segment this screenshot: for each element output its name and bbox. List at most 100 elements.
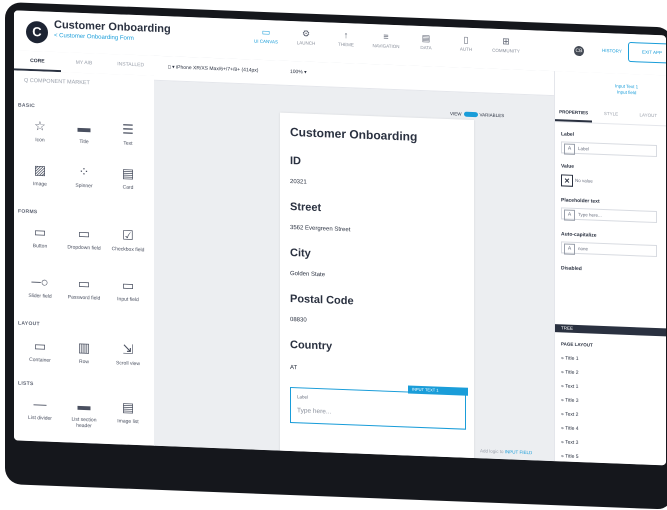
property-tabs: PROPERTIES STYLE LAYOUT — [555, 103, 666, 127]
component-search-input[interactable]: Q COMPONENT MARKET — [24, 78, 144, 95]
field-heading-street[interactable]: Street — [290, 201, 321, 214]
section-header-icon: ▬ — [77, 397, 91, 414]
top-navigation: ▭ UI CANVAS ⚙ LAUNCH ↑ THEME ≡ NAVIGATION ▤ D… — [246, 25, 526, 54]
input-icon: ▭ — [121, 277, 135, 293]
image-list-icon: ▤ — [121, 399, 135, 415]
phone-preview: Customer Onboarding ID 20321 Street 3562… — [280, 112, 474, 461]
nav-auth[interactable]: ▯ AUTH — [446, 33, 486, 53]
field-heading-id[interactable]: ID — [290, 155, 301, 167]
view-controls: VIEW VARIABLES — [450, 111, 505, 119]
value-property-title: Value — [561, 163, 575, 170]
device-selector[interactable]: ▯ ▾ iPhone XR/XS Max/6+/7+/8+ (414px) — [168, 64, 258, 73]
tile-title[interactable]: ▬ Title — [64, 116, 104, 158]
star-icon: ☆ — [34, 118, 46, 134]
field-value-id[interactable]: 20321 — [290, 179, 307, 186]
tile-checkbox[interactable]: ☑ Checkbox field — [108, 224, 148, 266]
nav-navigation[interactable]: ≡ NAVIGATION — [366, 30, 406, 50]
selected-component-name: Input Text 1 Input field — [615, 83, 639, 96]
tile-image-list[interactable]: ▤ Image list — [108, 396, 148, 438]
layout-item[interactable]: » Text 3 — [561, 439, 578, 446]
title-icon: ▬ — [77, 119, 91, 136]
autocap-property-title: Auto-capitalize — [561, 231, 597, 239]
tile-list-section-header[interactable]: ▬ List section header — [64, 394, 104, 436]
tile-scroll-view[interactable]: ⇲ Scroll view — [108, 338, 148, 380]
tab-installed[interactable]: INSTALLED — [107, 54, 154, 76]
screen-title[interactable]: Customer Onboarding — [290, 125, 417, 144]
app-screen: C Customer Onboarding < Customer Onboard… — [14, 10, 666, 466]
device-bezel: C Customer Onboarding < Customer Onboard… — [5, 2, 667, 510]
input-field-label: Label — [297, 394, 309, 400]
tile-password[interactable]: ▭ Password field — [64, 272, 104, 314]
autocap-property-select[interactable]: Anone — [561, 241, 657, 258]
tile-image[interactable]: ▨ Image — [20, 159, 60, 201]
tile-spinner[interactable]: ⁘ Spinner — [64, 160, 104, 202]
checkbox-icon: ☑ — [122, 227, 134, 243]
label-property-title: Label — [561, 131, 575, 138]
field-value-street[interactable]: 3562 Evergreen Street — [290, 225, 350, 233]
properties-panel: Input Text 1 Input field PROPERTIES STYLE… — [554, 71, 666, 466]
layout-item[interactable]: » Title 3 — [561, 397, 579, 404]
nav-data[interactable]: ▤ DATA — [406, 31, 446, 51]
text-icon: ☰ — [122, 121, 134, 137]
tile-container[interactable]: ▭ Container — [20, 335, 60, 377]
tile-button[interactable]: ▭ Button — [20, 221, 60, 263]
gear-icon: ⚙ — [301, 28, 311, 39]
view-toggle[interactable] — [463, 111, 478, 118]
disabled-property-title: Disabled — [561, 265, 582, 273]
row-icon: ▥ — [77, 339, 91, 356]
nav-theme[interactable]: ↑ THEME — [326, 28, 366, 48]
text-type-icon: A — [564, 243, 575, 255]
nav-ui-canvas[interactable]: ▭ UI CANVAS — [246, 25, 286, 45]
nav-community[interactable]: ⊞ COMMUNITY — [486, 34, 526, 54]
tile-card[interactable]: ▤ Card — [108, 162, 148, 204]
tree-bar[interactable]: TREE — [555, 324, 666, 337]
container-icon: ▭ — [33, 338, 47, 354]
history-button[interactable]: HISTORY — [602, 48, 622, 54]
layout-item[interactable]: » Title 1 — [561, 355, 579, 362]
field-heading-city[interactable]: City — [290, 247, 311, 260]
field-value-country[interactable]: AT — [290, 365, 297, 371]
tab-layout[interactable]: LAYOUT — [630, 106, 666, 125]
tab-properties[interactable]: PROPERTIES — [555, 103, 593, 123]
tile-text[interactable]: ☰ Text — [108, 118, 148, 160]
exit-app-button[interactable]: EXIT APP — [628, 41, 666, 64]
value-property-value: No value — [575, 177, 593, 184]
tab-core[interactable]: CORE — [14, 50, 61, 73]
layout-item[interactable]: » Title 5 — [561, 453, 579, 460]
section-layout: LAYOUT — [18, 320, 40, 328]
tab-my-aib[interactable]: MY AIB — [61, 52, 108, 74]
field-value-city[interactable]: Golden State — [290, 271, 325, 278]
app-logo-icon[interactable]: C — [26, 20, 48, 44]
app-breadcrumb[interactable]: < Customer Onboarding Form — [54, 33, 134, 42]
spinner-icon: ⁘ — [78, 163, 90, 180]
field-heading-postal-code[interactable]: Postal Code — [290, 293, 354, 307]
zoom-selector[interactable]: 100% ▾ — [290, 69, 307, 76]
tab-style[interactable]: STYLE — [592, 105, 629, 124]
tile-input[interactable]: ▭ Input field — [108, 274, 148, 316]
text-type-icon: A — [564, 209, 575, 221]
clear-value-icon[interactable]: × — [561, 174, 573, 187]
label-property-input[interactable]: A Label — [561, 141, 657, 158]
section-lists: LISTS — [18, 380, 34, 388]
input-field-placeholder: Type here... — [297, 407, 332, 416]
field-value-postal-code[interactable]: 08830 — [290, 317, 307, 324]
slider-icon: ─○ — [31, 274, 49, 290]
tile-icon[interactable]: ☆ Icon — [20, 115, 60, 157]
page-layout-heading: PAGE LAYOUT — [561, 341, 593, 348]
placeholder-property-input[interactable]: A Type here... — [561, 207, 657, 224]
ui-canvas[interactable]: ▯ ▾ iPhone XR/XS Max/6+/7+/8+ (414px) 10… — [154, 55, 554, 462]
layout-item[interactable]: » Title 2 — [561, 369, 579, 376]
layout-item[interactable]: » Text 1 — [561, 383, 578, 390]
tile-row[interactable]: ▥ Row — [64, 336, 104, 378]
canvas-icon: ▭ — [261, 26, 271, 38]
field-heading-country[interactable]: Country — [290, 339, 332, 353]
component-panel: Q COMPONENT MARKET BASIC ☆ Icon ▬ Title ☰ T… — [14, 70, 155, 446]
nav-launch[interactable]: ⚙ LAUNCH — [286, 27, 326, 47]
layout-item[interactable]: » Title 4 — [561, 425, 579, 432]
avatar[interactable]: CB — [574, 45, 584, 57]
data-icon: ▤ — [421, 33, 431, 44]
tile-dropdown[interactable]: ▭ Dropdown field — [64, 222, 104, 264]
tile-slider[interactable]: ─○ Slider field — [20, 271, 60, 313]
tile-list-divider[interactable]: — List divider — [20, 393, 60, 435]
layout-item[interactable]: » Text 2 — [561, 411, 578, 418]
